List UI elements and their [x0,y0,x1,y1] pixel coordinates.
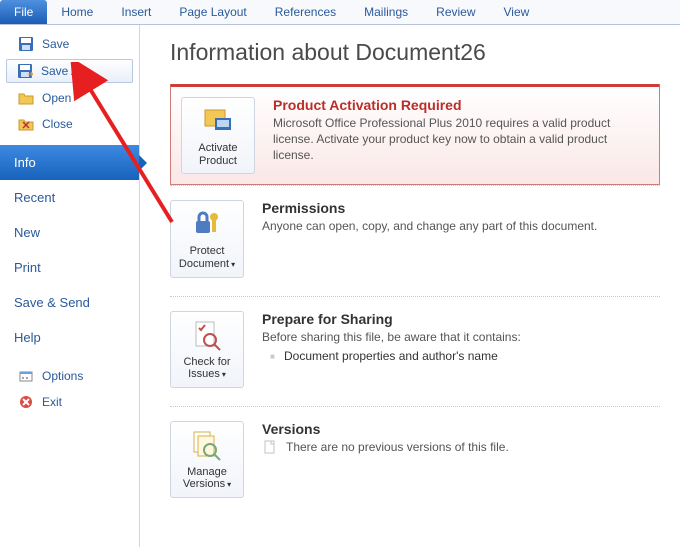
manage-versions-button[interactable]: ManageVersions▾ [170,421,244,498]
sidebar-exit[interactable]: Exit [0,389,139,415]
versions-icon [190,428,224,462]
sidebar-options-label: Options [42,369,83,383]
chevron-down-icon: ▾ [231,260,235,269]
inspect-icon [190,318,224,352]
save-icon [18,36,34,52]
activation-section: Activate Product Product Activation Requ… [170,84,660,185]
sharing-body: Before sharing this file, be aware that … [262,329,660,345]
sidebar-close-label: Close [42,117,73,131]
check-for-issues-button[interactable]: Check forIssues▾ [170,311,244,388]
sidebar-nav-save-send[interactable]: Save & Send [0,285,139,320]
permissions-body: Anyone can open, copy, and change any pa… [262,218,660,234]
sharing-bullet-item: Document properties and author's name [284,349,660,363]
tab-home[interactable]: Home [47,0,107,24]
check-issues-button-label: Check forIssues▾ [183,356,230,381]
versions-heading: Versions [262,421,660,437]
close-doc-icon [18,116,34,132]
sidebar-nav-recent[interactable]: Recent [0,180,139,215]
version-file-icon [262,439,278,455]
options-icon [18,368,34,384]
tab-review[interactable]: Review [422,0,489,24]
sidebar-exit-label: Exit [42,395,62,409]
sidebar-close[interactable]: Close [0,111,139,137]
backstage-sidebar: Save Save As Open Close Info Recent New … [0,25,140,547]
versions-body-line: There are no previous versions of this f… [262,439,660,455]
sidebar-nav-info[interactable]: Info [0,145,139,180]
activate-product-button[interactable]: Activate Product [181,97,255,174]
activation-body: Microsoft Office Professional Plus 2010 … [273,115,647,164]
tab-references[interactable]: References [261,0,350,24]
protect-button-label: ProtectDocument▾ [179,245,235,270]
permissions-heading: Permissions [262,200,660,216]
sidebar-save-as-label: Save As [41,64,85,78]
tab-page-layout[interactable]: Page Layout [165,0,260,24]
sharing-heading: Prepare for Sharing [262,311,660,327]
chevron-down-icon: ▾ [227,480,231,489]
activation-heading: Product Activation Required [273,97,647,113]
sidebar-save[interactable]: Save [0,31,139,57]
sidebar-nav-help[interactable]: Help [0,320,139,355]
sidebar-open-label: Open [42,91,71,105]
sidebar-nav-new[interactable]: New [0,215,139,250]
tab-mailings[interactable]: Mailings [350,0,422,24]
info-pane: Information about Document26 Activate Pr… [140,25,680,547]
sharing-section: Check forIssues▾ Prepare for Sharing Bef… [170,296,660,406]
sidebar-options[interactable]: Options [0,363,139,389]
versions-section: ManageVersions▾ Versions There are no pr… [170,406,660,516]
open-icon [18,90,34,106]
lock-key-icon [190,207,224,241]
sidebar-save-as[interactable]: Save As [6,59,133,83]
sharing-bullets: Document properties and author's name [262,349,660,363]
page-title: Information about Document26 [170,39,660,66]
chevron-down-icon: ▾ [222,370,226,379]
tab-insert[interactable]: Insert [107,0,165,24]
exit-icon [18,394,34,410]
activate-icon [201,104,235,138]
sidebar-nav-print[interactable]: Print [0,250,139,285]
sidebar-save-label: Save [42,37,69,51]
tab-view[interactable]: View [490,0,544,24]
protect-document-button[interactable]: ProtectDocument▾ [170,200,244,277]
save-as-icon [17,63,33,79]
manage-versions-button-label: ManageVersions▾ [183,466,231,491]
ribbon-tabs: File Home Insert Page Layout References … [0,0,680,25]
tab-file[interactable]: File [0,0,47,24]
activate-button-label: Activate Product [186,142,250,167]
permissions-section: ProtectDocument▾ Permissions Anyone can … [170,185,660,295]
sidebar-open[interactable]: Open [0,85,139,111]
